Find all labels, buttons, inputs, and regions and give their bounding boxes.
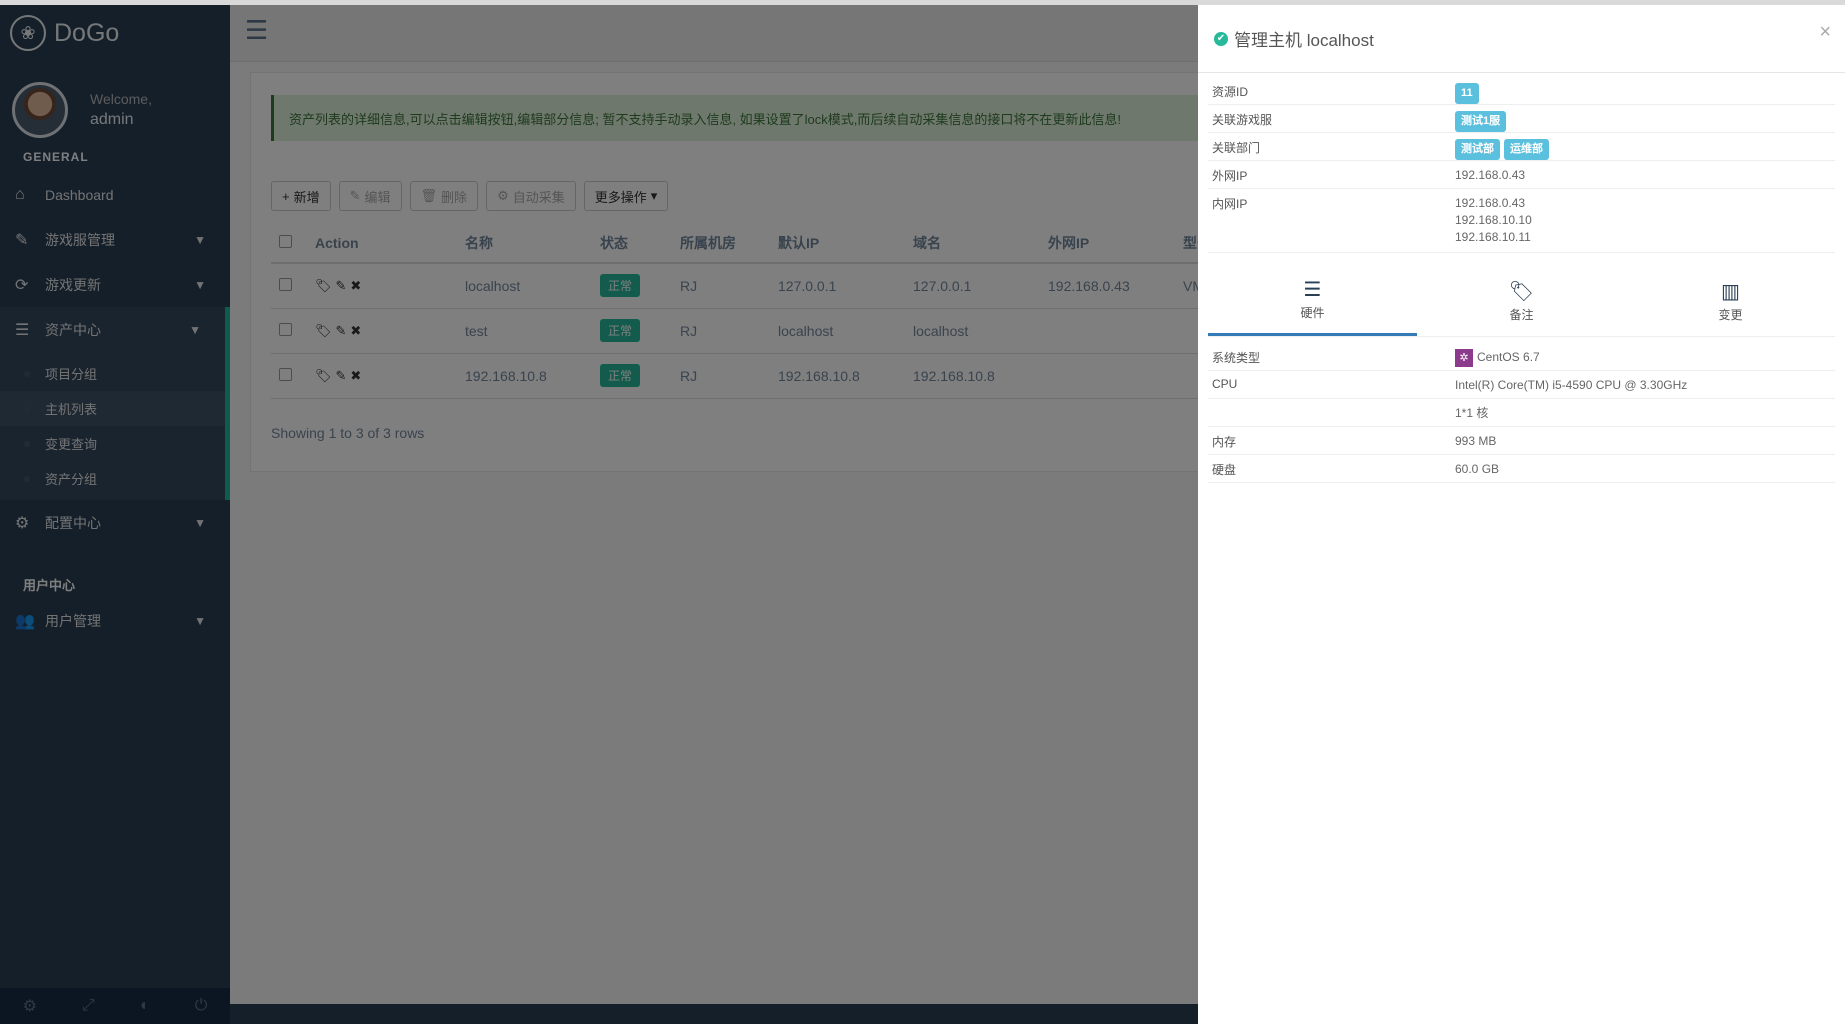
wan-ip-value: 192.168.0.43: [1455, 168, 1526, 182]
info-key: 硬盘: [1212, 463, 1237, 477]
resource-id-tag: 11: [1455, 83, 1479, 104]
host-detail-drawer: ✔ 管理主机 localhost × 资源ID 11 关联游戏服 测试1服 关联…: [1198, 5, 1845, 1024]
lan-ip-value: 192.168.10.10: [1455, 213, 1532, 227]
cpu-value: Intel(R) Core(TM) i5-4590 CPU @ 3.30GHz: [1455, 378, 1688, 392]
info-key: 关联游戏服: [1212, 113, 1273, 127]
hw-row-cores: 1*1 核: [1208, 399, 1835, 427]
tab-label: 硬件: [1300, 306, 1325, 320]
tab-label: 备注: [1509, 307, 1534, 322]
check-circle-icon: ✔: [1214, 31, 1228, 46]
mem-value: 993 MB: [1455, 434, 1497, 448]
info-key: 内存: [1212, 435, 1237, 449]
hw-row-cpu: CPU Intel(R) Core(TM) i5-4590 CPU @ 3.30…: [1208, 371, 1835, 399]
lan-ip-value: 192.168.0.43: [1455, 196, 1526, 210]
bar-chart-icon: ▥: [1721, 280, 1740, 303]
close-button[interactable]: ×: [1819, 21, 1831, 44]
cpu-cores-value: 1*1 核: [1455, 406, 1489, 420]
tab-label: 变更: [1718, 307, 1743, 322]
game-server-tag: 测试1服: [1455, 111, 1507, 132]
info-row-wan: 外网IP 192.168.0.43: [1208, 161, 1835, 189]
detail-tabs: ☰ 硬件 🏷 备注 ▥ 变更: [1208, 265, 1835, 337]
hw-row-disk: 硬盘 60.0 GB: [1208, 455, 1835, 483]
hardware-info: 系统类型 ✲ CentOS 6.7 CPU Intel(R) Core(TM) i…: [1208, 343, 1835, 483]
host-info: 资源ID 11 关联游戏服 测试1服 关联部门 测试部 运维部 外网IP 192.…: [1208, 77, 1835, 253]
dept-tag: 测试部: [1455, 139, 1500, 160]
tab-changes[interactable]: ▥ 变更: [1626, 265, 1835, 336]
os-value: CentOS 6.7: [1477, 350, 1540, 365]
info-row-id: 资源ID 11: [1208, 77, 1835, 105]
info-row-lan: 内网IP 192.168.0.43 192.168.10.10 192.168.…: [1208, 189, 1835, 253]
hw-row-mem: 内存 993 MB: [1208, 427, 1835, 455]
info-key: CPU: [1212, 377, 1238, 391]
info-row-dept: 关联部门 测试部 运维部: [1208, 133, 1835, 161]
info-key: 关联部门: [1212, 141, 1261, 155]
tags-icon: 🏷: [1508, 280, 1535, 303]
tab-notes[interactable]: 🏷 备注: [1417, 265, 1626, 336]
hw-row-os: 系统类型 ✲ CentOS 6.7: [1208, 343, 1835, 371]
info-key: 外网IP: [1212, 169, 1248, 183]
dept-tag: 运维部: [1504, 139, 1549, 160]
info-key: 系统类型: [1212, 351, 1261, 365]
info-key: 资源ID: [1212, 85, 1249, 99]
drawer-title: 管理主机 localhost: [1234, 31, 1374, 50]
drawer-header: ✔ 管理主机 localhost ×: [1198, 5, 1845, 73]
info-key: 内网IP: [1212, 197, 1248, 211]
centos-icon: ✲: [1455, 349, 1473, 367]
lan-ip-value: 192.168.10.11: [1455, 230, 1531, 244]
disk-value: 60.0 GB: [1455, 462, 1500, 476]
tab-hardware[interactable]: ☰ 硬件: [1208, 265, 1417, 336]
database-icon: ☰: [1303, 279, 1322, 301]
info-row-game: 关联游戏服 测试1服: [1208, 105, 1835, 133]
